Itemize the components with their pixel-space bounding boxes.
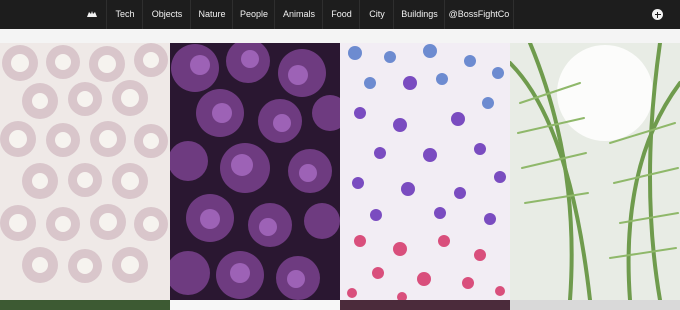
nav-animals[interactable]: Animals (274, 0, 323, 29)
nav-tech[interactable]: Tech (106, 0, 143, 29)
photo-roses[interactable] (0, 43, 170, 300)
nav-objects[interactable]: Objects (142, 0, 191, 29)
photo-palm-leaves[interactable] (510, 43, 680, 300)
boss-fight-logo-icon[interactable] (78, 0, 106, 29)
nav-people[interactable]: People (232, 0, 275, 29)
photo-purple-hydrangea[interactable] (170, 43, 340, 300)
photo-bottom-2[interactable] (170, 300, 340, 310)
nav-nature[interactable]: Nature (190, 0, 233, 29)
nav-buildings[interactable]: Buildings (393, 0, 445, 29)
nav-city[interactable]: City (359, 0, 394, 29)
photo-bottom-3[interactable] (340, 300, 510, 310)
photo-scattered-petals[interactable] (340, 43, 510, 300)
photo-bottom-4[interactable] (510, 300, 680, 310)
nav-food[interactable]: Food (322, 0, 360, 29)
add-icon[interactable] (652, 9, 663, 20)
top-navigation-bar: Tech Objects Nature People Animals Food … (0, 0, 680, 29)
photo-bottom-1[interactable] (0, 300, 170, 310)
nav-bossfightco[interactable]: @BossFightCo (444, 0, 514, 29)
